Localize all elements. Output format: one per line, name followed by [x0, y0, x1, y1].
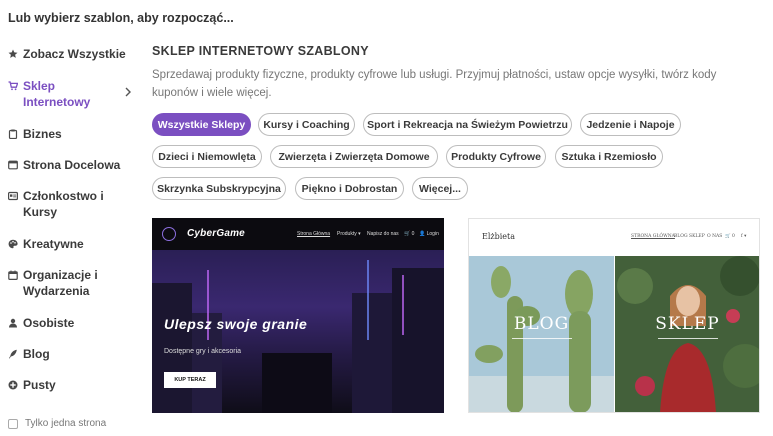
- single-page-filter[interactable]: Tylko jedna strona: [8, 418, 106, 429]
- preview-shop-image: SKLEP: [615, 256, 759, 412]
- chip-digital-products[interactable]: Produkty Cyfrowe: [446, 145, 546, 168]
- sidebar-item-all[interactable]: Zobacz Wszystkie: [8, 46, 138, 62]
- single-page-checkbox[interactable]: [8, 418, 18, 429]
- sidebar-item-label: Zobacz Wszystkie: [23, 47, 126, 61]
- id-card-icon: [8, 188, 18, 204]
- preview-nav-login: 👤 Login: [419, 231, 439, 237]
- preview-nav-products: Produkty ▾: [337, 231, 361, 237]
- sidebar-item-label: Osobiste: [23, 316, 75, 330]
- preview-shop-label: SKLEP: [655, 314, 720, 334]
- plus-circle-icon: [8, 377, 18, 393]
- template-card-cybergame[interactable]: CyberGame Strona Główna Produkty ▾ Napis…: [152, 218, 444, 413]
- preview-subtitle: Dostępne gry i akcesoria: [164, 348, 242, 355]
- preview-nav-shop: SKLEP: [689, 234, 705, 239]
- chip-food-drinks[interactable]: Jedzenie i Napoje: [580, 113, 681, 136]
- preview-brand: Elżbieta: [482, 232, 516, 241]
- logo-mark-icon: [162, 227, 176, 241]
- chip-more[interactable]: Więcej...: [412, 177, 468, 200]
- calendar-icon: [8, 267, 18, 283]
- template-card-elzbieta[interactable]: Elżbieta STRONA GŁÓWNA BLOG SKLEP O NAS …: [468, 218, 760, 413]
- sidebar-item-label: Kreatywne: [23, 237, 84, 251]
- sidebar-item-membership[interactable]: Członkostwo i Kursy: [8, 188, 108, 220]
- preview-nav-cart: 🛒 0: [404, 231, 415, 237]
- chip-courses-coaching[interactable]: Kursy i Coaching: [258, 113, 355, 136]
- preview-blog-image: BLOG: [469, 256, 614, 412]
- sidebar-item-label: Sklep Internetowy: [23, 79, 91, 109]
- sidebar-item-label: Strona Docelowa: [23, 158, 121, 172]
- star-icon: [8, 46, 18, 62]
- sidebar-item-creative[interactable]: Kreatywne: [8, 236, 138, 252]
- category-title: SKLEP INTERNETOWY SZABLONY: [152, 44, 369, 58]
- page-heading: Lub wybierz szablon, aby rozpocząć...: [8, 11, 234, 25]
- chip-beauty-wellness[interactable]: Piękno i Dobrostan: [295, 177, 404, 200]
- preview-nav-blog: BLOG: [674, 234, 688, 239]
- sidebar-item-personal[interactable]: Osobiste: [8, 315, 138, 331]
- chip-arts-crafts[interactable]: Sztuka i Rzemiosło: [555, 145, 663, 168]
- single-page-label: Tylko jedna strona: [25, 418, 107, 429]
- user-icon: [8, 315, 18, 331]
- chip-kids-babies[interactable]: Dzieci i Niemowlęta: [152, 145, 262, 168]
- chip-subscription-box[interactable]: Skrzynka Subskrypcyjna: [152, 177, 286, 200]
- preview-logo: CyberGame: [187, 228, 245, 239]
- preview-blog-label: BLOG: [513, 314, 570, 334]
- window-icon: [8, 157, 18, 173]
- preview-nav-cart: 🛒 0: [725, 234, 735, 239]
- chip-all-stores[interactable]: Wszystkie Sklepy: [152, 113, 251, 136]
- feather-icon: [8, 346, 18, 362]
- sidebar-item-online-store[interactable]: Sklep Internetowy: [8, 78, 108, 110]
- preview-nav-contact: Napisz do nas: [367, 231, 399, 237]
- clipboard-icon: [8, 126, 18, 142]
- preview-nav-home: Strona Główna: [297, 231, 331, 237]
- preview-nav-social: f ▾: [741, 234, 747, 239]
- sidebar-item-blank[interactable]: Pusty: [8, 377, 138, 393]
- sidebar-item-label: Członkostwo i Kursy: [23, 189, 104, 219]
- palette-icon: [8, 236, 18, 252]
- preview-navbar: CyberGame Strona Główna Produkty ▾ Napis…: [152, 218, 444, 250]
- chip-pets[interactable]: Zwierzęta i Zwierzęta Domowe: [270, 145, 438, 168]
- sidebar-item-blog[interactable]: Blog: [8, 346, 138, 362]
- sidebar-item-label: Biznes: [23, 127, 62, 141]
- sidebar-item-label: Organizacje i Wydarzenia: [23, 268, 98, 298]
- chip-sports-outdoors[interactable]: Sport i Rekreacja na Świeżym Powietrzu: [363, 113, 572, 136]
- preview-buy-button: KUP TERAZ: [164, 372, 216, 388]
- sidebar-item-organizations[interactable]: Organizacje i Wydarzenia: [8, 267, 113, 299]
- cart-icon: [8, 78, 18, 94]
- category-description: Sprzedawaj produkty fizyczne, produkty c…: [152, 69, 717, 99]
- preview-headline: Ulepsz swoje granie: [164, 316, 308, 332]
- sidebar-item-landing-page[interactable]: Strona Docelowa: [8, 157, 138, 173]
- preview-nav-about: O NAS: [707, 234, 723, 239]
- sidebar-item-label: Blog: [23, 347, 50, 361]
- chevron-right-icon: [125, 87, 131, 97]
- preview-nav-home: STRONA GŁÓWNA: [631, 234, 675, 239]
- sidebar-item-business[interactable]: Biznes: [8, 126, 138, 142]
- sidebar-item-label: Pusty: [23, 378, 56, 392]
